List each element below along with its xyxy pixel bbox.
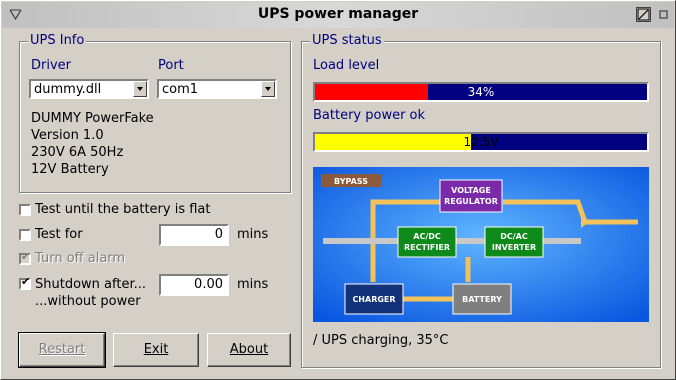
exit-button[interactable]: Exit [113,333,199,367]
test-for-unit: mins [237,227,269,242]
title-bar[interactable]: UPS power manager [2,2,674,28]
shutdown-after-sublabel: ...without power [35,294,141,309]
port-select[interactable]: com1 [157,79,277,99]
minimize-icon[interactable] [656,7,671,22]
restart-button[interactable]: Restart [18,332,106,368]
shutdown-after-input[interactable]: 0.00 [159,274,229,296]
acdc-label-2: RECTIFIER [404,243,450,252]
turn-off-alarm-label: Turn off alarm [35,251,126,266]
maximize-icon[interactable] [636,7,651,22]
test-for-input[interactable]: 0 [159,224,229,246]
test-for-label[interactable]: Test for [35,227,83,242]
shutdown-after-label[interactable]: Shutdown after... [35,277,146,292]
voltage-regulator-label-1: VOLTAGE [451,186,491,195]
battery-power-text: 12.5V [463,135,499,149]
ups-schematic-diagram: BYPASS VOLTAGE REGULATOR AC/DC RECTIFIER… [313,167,649,322]
load-level-bar: 34% [313,82,649,102]
chevron-down-icon[interactable] [261,81,275,97]
voltage-regulator-box [439,179,503,213]
driver-label: Driver [31,58,72,73]
battery-label: BATTERY [462,295,502,304]
test-for-checkbox[interactable] [19,229,31,241]
ups-status-legend: UPS status [310,33,384,49]
port-select-value: com1 [162,82,199,97]
exit-button-label: Exit [143,342,169,357]
dcac-label-2: INVERTER [492,243,536,252]
acdc-label-1: AC/DC [413,232,441,241]
shutdown-after-unit: mins [237,277,269,292]
port-label: Port [158,58,184,73]
about-button[interactable]: About [207,333,291,367]
dcac-label-1: DC/AC [500,232,528,241]
charger-label: CHARGER [352,295,395,304]
window-title: UPS power manager [257,6,419,22]
driver-select[interactable]: dummy.dll [29,79,149,99]
device-name: DUMMY PowerFake [31,111,154,126]
voltage-regulator-label-2: REGULATOR [444,197,498,206]
driver-select-value: dummy.dll [34,82,102,97]
battery-status-label: Battery power ok [313,108,426,123]
device-specs: 230V 6A 50Hz [31,145,124,160]
about-button-label: About [229,342,269,357]
shutdown-after-checkbox[interactable]: ✔ [19,276,31,290]
device-version: Version 1.0 [31,128,104,143]
ups-status-text: / UPS charging, 35°C [313,333,449,348]
device-battery: 12V Battery [31,162,109,177]
restart-button-label: Restart [38,342,86,357]
test-until-flat-label[interactable]: Test until the battery is flat [35,202,210,217]
load-level-label: Load level [313,58,380,73]
load-level-text: 34% [467,85,495,99]
turn-off-alarm-checkbox: ✔ [19,250,31,265]
chevron-down-icon[interactable] [133,81,147,97]
battery-power-bar: 12.5V [313,132,649,152]
ups-info-legend: UPS Info [28,33,87,49]
test-until-flat-checkbox[interactable] [19,204,31,216]
main-window: UPS power manager UPS Info Driver Port d… [0,0,676,380]
bypass-label: BYPASS [334,177,368,186]
